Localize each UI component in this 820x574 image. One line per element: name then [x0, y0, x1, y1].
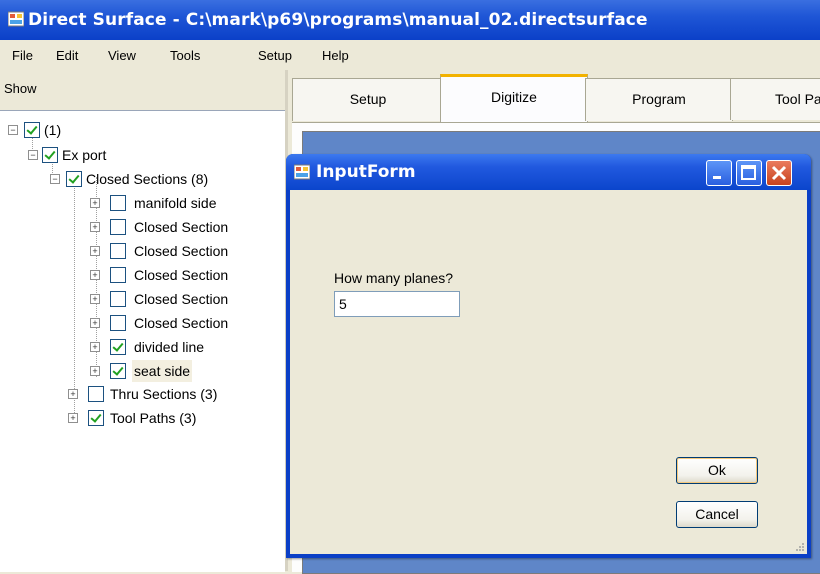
ok-button[interactable]: Ok [676, 457, 758, 484]
tree-label: Closed Section [134, 291, 229, 307]
maximize-icon [741, 165, 756, 180]
expand-icon[interactable]: + [90, 246, 100, 256]
dialog-body: How many planes? Ok Cancel [290, 190, 807, 554]
tree-label: Closed Sections (8) [86, 171, 209, 187]
tree-checkbox[interactable] [88, 410, 104, 426]
app-icon [8, 11, 24, 27]
expand-icon[interactable]: + [90, 270, 100, 280]
window-titlebar[interactable]: Direct Surface - C:\mark\p69\programs\ma… [0, 0, 820, 40]
tree-checkbox[interactable] [110, 339, 126, 355]
tree-label: Closed Section [134, 315, 229, 331]
menu-view[interactable]: View [108, 48, 136, 63]
tree-label: manifold side [134, 195, 217, 211]
tab-tool-paths[interactable]: Tool Pa [730, 78, 820, 120]
tree-label: Closed Section [134, 243, 229, 259]
tree-checkbox[interactable] [110, 315, 126, 331]
menu-edit[interactable]: Edit [56, 48, 78, 63]
expand-icon[interactable]: + [90, 222, 100, 232]
dialog-title: InputForm [316, 162, 416, 182]
tree-checkbox[interactable] [66, 171, 82, 187]
expand-icon[interactable]: + [68, 413, 78, 423]
tree-label: Ex port [62, 147, 107, 163]
menu-help[interactable]: Help [322, 48, 349, 63]
tree-label-selected: seat side [132, 360, 193, 382]
tree-checkbox[interactable] [110, 291, 126, 307]
menu-file[interactable]: File [12, 48, 33, 63]
tree-label: Tool Paths (3) [110, 410, 197, 426]
tree-checkbox[interactable] [110, 267, 126, 283]
dialog-titlebar[interactable]: InputForm [286, 154, 811, 190]
maximize-button[interactable] [736, 160, 762, 186]
expand-icon[interactable]: + [90, 198, 100, 208]
menu-tools[interactable]: Tools [170, 48, 200, 63]
tree-checkbox[interactable] [110, 219, 126, 235]
input-form-dialog: InputForm How many planes? Ok Cancel [286, 154, 811, 558]
tree-checkbox[interactable] [24, 122, 40, 138]
tree-label: divided line [134, 339, 205, 355]
tab-setup[interactable]: Setup [292, 78, 444, 121]
expand-icon[interactable]: + [90, 318, 100, 328]
window-title: Direct Surface - C:\mark\p69\programs\ma… [28, 10, 648, 30]
tree-view[interactable]: − (1) − Ex port − Closed Sections (8) + … [0, 110, 285, 572]
tree-checkbox[interactable] [110, 243, 126, 259]
menu-bar: File Edit View Tools Setup Help [0, 40, 820, 70]
collapse-icon[interactable]: − [28, 150, 38, 160]
close-icon [771, 165, 787, 181]
expand-icon[interactable]: + [90, 294, 100, 304]
resize-grip-icon[interactable] [795, 542, 805, 552]
tree-label: Closed Section [134, 219, 229, 235]
tree-checkbox[interactable] [88, 386, 104, 402]
tab-program[interactable]: Program [585, 78, 733, 121]
minimize-button[interactable] [706, 160, 732, 186]
close-button[interactable] [766, 160, 792, 186]
form-icon [294, 164, 310, 180]
tree-label: Thru Sections (3) [110, 386, 218, 402]
planes-input[interactable] [334, 291, 460, 317]
tree-checkbox[interactable] [110, 195, 126, 211]
planes-label: How many planes? [334, 270, 454, 286]
collapse-icon[interactable]: − [8, 125, 18, 135]
cancel-button[interactable]: Cancel [676, 501, 758, 528]
tree-label: (1) [44, 122, 62, 138]
tree-checkbox[interactable] [42, 147, 58, 163]
expand-icon[interactable]: + [90, 366, 100, 376]
menu-setup[interactable]: Setup [258, 48, 292, 63]
minimize-icon [713, 176, 721, 179]
tree-label: Closed Section [134, 267, 229, 283]
show-label: Show [4, 81, 37, 96]
tab-digitize[interactable]: Digitize [440, 74, 588, 125]
collapse-icon[interactable]: − [50, 174, 60, 184]
expand-icon[interactable]: + [68, 389, 78, 399]
tree-checkbox[interactable] [110, 363, 126, 379]
tree-connector [74, 177, 75, 421]
expand-icon[interactable]: + [90, 342, 100, 352]
